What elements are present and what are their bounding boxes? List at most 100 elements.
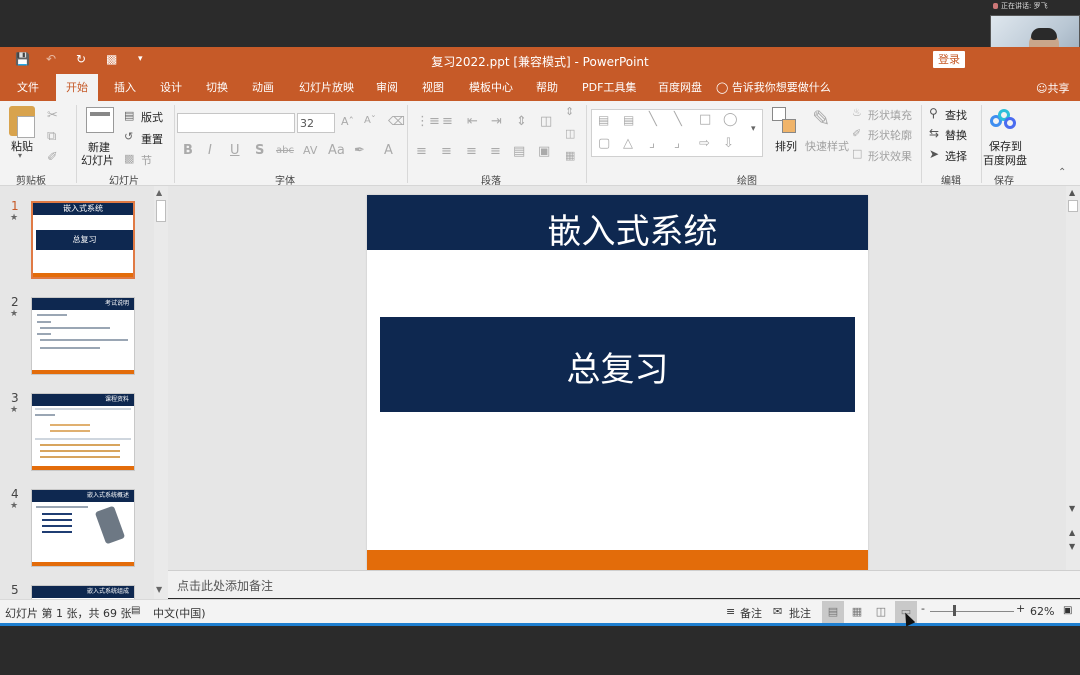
scroll-up-icon[interactable]: ▲ (156, 188, 162, 197)
reset-button[interactable]: 重置 (141, 131, 163, 147)
distributed-icon[interactable]: ▤ (513, 144, 525, 159)
layout-icon[interactable]: ▤ (124, 109, 134, 122)
zoom-out-icon[interactable]: - (921, 602, 925, 615)
textbox-icon[interactable]: ▤ (598, 113, 609, 127)
text-align-icon[interactable]: ⇕ (565, 105, 574, 118)
slide-thumbnail-4[interactable]: 嵌入式系统概述 (31, 489, 135, 567)
language-indicator[interactable]: 中文(中国) (153, 605, 206, 621)
notes-icon[interactable]: ≡ (726, 605, 735, 618)
convert-smartart-icon[interactable]: ▦ (565, 149, 575, 162)
replace-icon[interactable]: ⇆ (929, 126, 939, 140)
underline-icon[interactable]: U (230, 143, 240, 158)
baidu-netdisk-icon[interactable] (990, 109, 1018, 133)
slide-sorter-button[interactable]: ▦ (846, 601, 868, 623)
align-center-icon[interactable]: ≡ (441, 144, 452, 159)
notes-pane[interactable]: 点击此处添加备注 (168, 570, 1080, 598)
section-button[interactable]: 节 (141, 152, 152, 168)
bold-icon[interactable]: B (183, 143, 193, 158)
gallery-more-icon[interactable]: ▾ (751, 124, 756, 134)
zoom-in-icon[interactable]: + (1016, 602, 1025, 615)
find-icon[interactable]: ⚲ (929, 106, 938, 120)
zoom-slider-thumb[interactable] (953, 605, 956, 616)
vertical-textbox-icon[interactable]: ▤ (623, 113, 634, 127)
elbow-arrow-icon[interactable]: ⌟ (674, 136, 680, 151)
paste-icon[interactable] (9, 106, 35, 138)
align-right-icon[interactable]: ≡ (466, 144, 477, 159)
increase-indent-icon[interactable]: ⇥ (491, 114, 502, 129)
align-left-icon[interactable]: ≡ (416, 144, 427, 159)
quick-styles-button[interactable]: 快速样式 (805, 138, 849, 154)
zoom-level[interactable]: 62% (1030, 605, 1054, 618)
section-icon[interactable]: ▩ (124, 152, 134, 165)
slide-thumbnail-5[interactable]: 嵌入式系统组成 (31, 585, 135, 599)
smartart-icon[interactable]: ◫ (565, 127, 575, 140)
shape-fill-icon[interactable]: ♨ (852, 106, 862, 119)
format-painter-icon[interactable]: ✐ (47, 150, 58, 165)
quick-styles-icon[interactable]: ✎ (812, 107, 830, 132)
tab-animations[interactable]: 动画 (252, 74, 274, 101)
tab-pdf-tools[interactable]: PDF工具集 (582, 74, 636, 101)
justify-icon[interactable]: ≡ (490, 144, 501, 159)
find-button[interactable]: 查找 (945, 107, 967, 123)
bullets-icon[interactable]: ⋮≡ (416, 114, 440, 129)
scroll-down-icon[interactable]: ▼ (1069, 504, 1075, 513)
tab-home[interactable]: 开始 (56, 74, 98, 101)
rounded-rect-icon[interactable]: ▢ (598, 136, 610, 151)
new-slide-icon[interactable] (86, 107, 114, 133)
font-size-input[interactable]: 32 (297, 113, 335, 133)
save-to-label-2[interactable]: 百度网盘 (983, 152, 1027, 168)
tab-view[interactable]: 视图 (422, 74, 444, 101)
spellcheck-icon[interactable]: ▤ (131, 605, 140, 616)
elbow-connector-icon[interactable]: ⌟ (649, 136, 655, 151)
select-icon[interactable]: ➤ (929, 147, 939, 161)
tab-template-center[interactable]: 模板中心 (469, 74, 513, 101)
shapes-gallery[interactable]: ▤ ▤ ╲ ╲ □ ◯ ▢ △ ⌟ ⌟ ⇨ ⇩ ▾ (591, 109, 763, 157)
arrange-icon[interactable] (772, 107, 798, 135)
tab-transitions[interactable]: 切换 (206, 74, 228, 101)
font-color-icon[interactable]: A (384, 143, 393, 158)
numbering-icon[interactable]: ≡ (442, 114, 453, 129)
triangle-icon[interactable]: △ (623, 136, 633, 151)
normal-view-button[interactable]: ▤ (822, 601, 844, 623)
tab-baidu-netdisk[interactable]: 百度网盘 (658, 74, 702, 101)
arrow-line-icon[interactable]: ╲ (674, 112, 682, 127)
highlight-icon[interactable]: ✒ (354, 143, 365, 158)
thumbnails-scrollbar[interactable]: ▲ ▼ (154, 186, 168, 599)
reading-view-button[interactable]: ◫ (870, 601, 892, 623)
slide-subtitle-box[interactable]: 总复习 (380, 317, 855, 412)
new-slide-label-2[interactable]: 幻灯片 (81, 152, 114, 168)
slide-thumbnail-2[interactable]: 考试说明 (31, 297, 135, 375)
comments-icon[interactable]: ✉ (773, 605, 782, 618)
shape-effects-button[interactable]: 形状效果 (868, 148, 912, 164)
scroll-up-icon[interactable]: ▲ (1069, 188, 1075, 197)
slide-thumbnail-3[interactable]: 课程资料 (31, 393, 135, 471)
fit-to-window-icon[interactable]: ▣ (1063, 605, 1072, 616)
down-arrow-icon[interactable]: ⇩ (723, 136, 734, 151)
share-button[interactable]: ☺共享 (1036, 80, 1069, 96)
tab-insert[interactable]: 插入 (114, 74, 136, 101)
collapse-ribbon-icon[interactable]: ⌃ (1058, 167, 1066, 178)
shadow-icon[interactable]: S (255, 143, 264, 158)
strikethrough-icon[interactable]: abc (276, 145, 294, 156)
slide-subtitle[interactable]: 总复习 (380, 342, 855, 391)
char-spacing-icon[interactable]: AV (303, 144, 317, 157)
notes-placeholder[interactable]: 点击此处添加备注 (177, 577, 273, 594)
notes-button[interactable]: 备注 (740, 605, 762, 621)
arrange-button[interactable]: 排列 (775, 138, 797, 154)
current-slide[interactable]: 嵌入式系统 总复习 (367, 195, 868, 570)
shape-outline-icon[interactable]: ✐ (852, 127, 861, 140)
tab-review[interactable]: 审阅 (376, 74, 398, 101)
change-case-icon[interactable]: Aa (328, 143, 345, 158)
right-arrow-icon[interactable]: ⇨ (699, 136, 710, 151)
font-name-input[interactable] (177, 113, 295, 133)
cut-icon[interactable]: ✂ (47, 108, 58, 123)
paste-dropdown-icon[interactable]: ▾ (18, 151, 22, 160)
text-direction-icon[interactable]: ▣ (538, 144, 550, 159)
shape-fill-button[interactable]: 形状填充 (868, 107, 912, 123)
tab-slideshow[interactable]: 幻灯片放映 (299, 74, 354, 101)
decrease-indent-icon[interactable]: ⇤ (467, 114, 478, 129)
tab-help[interactable]: 帮助 (536, 74, 558, 101)
layout-button[interactable]: 版式 (141, 109, 163, 125)
scroll-thumb[interactable] (1068, 200, 1078, 212)
line-icon[interactable]: ╲ (649, 112, 657, 127)
